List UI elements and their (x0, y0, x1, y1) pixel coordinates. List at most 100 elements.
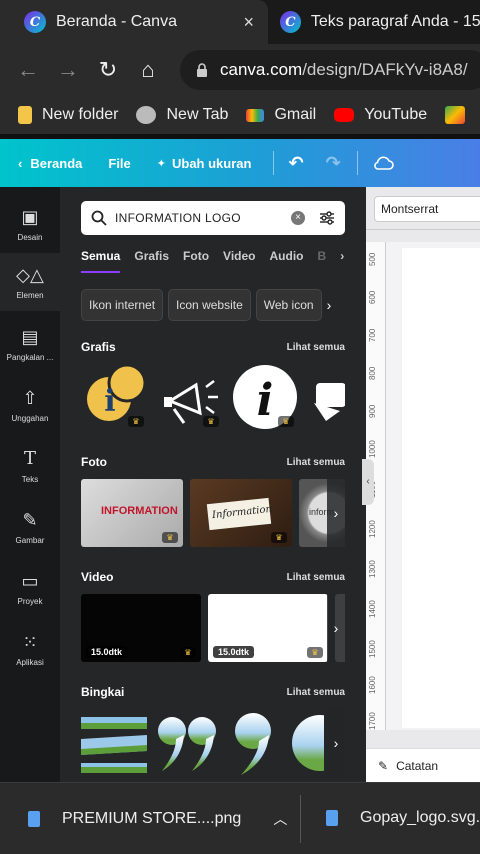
photo-information-note[interactable]: Information ♛ (190, 479, 292, 547)
undo-icon[interactable]: ↶ (288, 153, 303, 174)
rail-item-gambar[interactable]: ✎ Gambar (0, 498, 60, 556)
chevron-right-icon[interactable]: › (327, 594, 345, 662)
graphic-info-bubble[interactable]: i ♛ (81, 363, 149, 431)
bookmark-new-folder[interactable]: New folder (18, 106, 118, 124)
folder-icon (18, 106, 32, 124)
crown-icon: ♛ (271, 532, 287, 543)
search-input[interactable]: INFORMATION LOGO × (81, 201, 345, 235)
download-item-gopay-logo[interactable]: Gopay_logo.svg.p (326, 809, 480, 827)
reload-icon[interactable]: ↻ (88, 57, 128, 83)
url-text: canva.com/design/DAFkYv-i8A8/ (220, 60, 468, 79)
rail-item-aplikasi[interactable]: ⁙ Aplikasi (0, 620, 60, 678)
crown-icon: ♛ (203, 416, 219, 427)
back-icon[interactable]: ← (8, 57, 48, 83)
chevron-up-icon[interactable]: ︿ (273, 809, 287, 829)
clear-search-icon[interactable]: × (291, 211, 305, 225)
rail-item-desain[interactable]: ▣ Desain (0, 195, 60, 253)
graphic-hand-info[interactable] (306, 363, 345, 431)
canva-favicon-icon: C (280, 11, 301, 33)
resize-button[interactable]: ✦ Ubah ukuran (157, 156, 252, 171)
browser-tab-strip: C Beranda - Canva × C Teks paragraf Anda… (0, 0, 480, 44)
bookmark-new-tab[interactable]: New Tab (136, 106, 228, 124)
close-icon[interactable]: × (243, 12, 254, 33)
duration-badge: 15.0dtk (213, 646, 255, 658)
crown-icon: ♛ (162, 532, 178, 543)
toolbar-divider (273, 151, 275, 175)
frame-stripes[interactable] (81, 709, 147, 777)
tab-title: Beranda - Canva (56, 13, 177, 30)
svg-text:i: i (104, 384, 115, 419)
toolbar-divider (356, 151, 358, 175)
bookmark-gmail[interactable]: Gmail (246, 106, 316, 124)
bookmark-maps[interactable] (445, 106, 475, 124)
grafis-row: i ♛ ♛ i ♛ (81, 363, 345, 431)
graphic-megaphone[interactable]: ♛ (156, 363, 224, 431)
foto-row: INFORMATION ♛ Information ♛ inform (81, 479, 345, 547)
rail-item-teks[interactable]: T Teks (0, 437, 60, 495)
download-shelf: PREMIUM STORE....png ︿ Gopay_logo.svg.p (0, 782, 480, 854)
gmail-icon (246, 108, 265, 122)
rail-item-unggahan[interactable]: ⇧ Unggahan (0, 376, 60, 434)
search-icon (91, 210, 107, 226)
rail-item-proyek[interactable]: ▭ Proyek (0, 559, 60, 617)
frame-comma[interactable] (229, 709, 277, 777)
chip-web-icon[interactable]: Web icon (255, 289, 322, 321)
video-thumb-white[interactable]: 15.0dtk ♛ (208, 594, 328, 662)
chevron-right-icon[interactable]: › (327, 479, 345, 547)
filter-icon[interactable] (319, 210, 335, 226)
tab-video[interactable]: Video (223, 243, 255, 273)
address-bar-row: ← → ↻ ⌂ canva.com/design/DAFkYv-i8A8/ (0, 44, 480, 96)
tab-audio[interactable]: Audio (270, 243, 304, 273)
frame-circle-partial[interactable] (284, 709, 324, 777)
rail-item-elemen[interactable]: ◇△ Elemen (0, 253, 60, 311)
cloud-save-icon[interactable] (372, 155, 394, 171)
tab-teks-paragraf[interactable]: C Teks paragraf Anda - 150 (268, 0, 480, 44)
draw-icon: ✎ (22, 510, 38, 530)
folder-icon: ▭ (21, 571, 39, 591)
font-selector[interactable]: Montserrat (374, 196, 480, 222)
text-icon: T (23, 448, 36, 469)
home-button[interactable]: ‹ Beranda (18, 156, 82, 171)
see-all-grafis-link[interactable]: Lihat semua (287, 342, 345, 353)
canva-toolbar: ‹ Beranda File ✦ Ubah ukuran ↶ ↷ (0, 139, 480, 187)
graphic-info-circle[interactable]: i ♛ (231, 363, 299, 431)
chevron-right-icon[interactable]: › (340, 243, 344, 273)
crown-icon: ♛ (180, 647, 196, 658)
collapse-panel-icon[interactable]: ‹ (362, 459, 374, 505)
forward-icon[interactable]: → (48, 57, 88, 83)
search-query: INFORMATION LOGO (115, 211, 241, 225)
home-icon[interactable]: ⌂ (128, 57, 168, 83)
photo-information-wordcloud[interactable]: INFORMATION ♛ (81, 479, 183, 547)
rail-item-pangkalan[interactable]: ▤ Pangkalan ... (0, 315, 60, 373)
redo-icon[interactable]: ↷ (326, 153, 341, 174)
tab-beranda[interactable]: C Beranda - Canva × (0, 0, 268, 44)
chip-icon-website[interactable]: Icon website (168, 289, 251, 321)
tab-bingkai-partial[interactable]: B (318, 243, 327, 273)
video-thumb-dark[interactable]: 15.0dtk ♛ (81, 594, 201, 662)
left-rail: ▣ Desain ◇△ Elemen ▤ Pangkalan ... ⇧ Ung… (0, 187, 60, 782)
bookmark-youtube[interactable]: YouTube (334, 106, 427, 124)
design-page[interactable] (402, 248, 480, 728)
tab-semua[interactable]: Semua (81, 243, 121, 273)
toolbar-divider (366, 229, 480, 230)
canvas-area[interactable] (386, 242, 480, 730)
download-item-premium-store[interactable]: PREMIUM STORE....png ︿ (28, 809, 287, 829)
chip-ikon-internet[interactable]: Ikon internet (81, 289, 164, 321)
chevron-left-icon: ‹ (18, 155, 23, 171)
url-input[interactable]: canva.com/design/DAFkYv-i8A8/ (180, 50, 480, 90)
tab-foto[interactable]: Foto (183, 243, 209, 273)
see-all-bingkai-link[interactable]: Lihat semua (287, 687, 345, 698)
chevron-right-icon[interactable]: › (327, 289, 345, 321)
chevron-right-icon[interactable]: › (327, 709, 345, 777)
tab-grafis[interactable]: Grafis (134, 243, 169, 273)
notes-button[interactable]: ✎ Catatan (366, 748, 480, 782)
upload-icon: ⇧ (22, 388, 38, 408)
suggestion-chips: Ikon internet Icon website Web icon › (81, 289, 345, 321)
file-menu-button[interactable]: File (108, 156, 130, 171)
see-all-foto-link[interactable]: Lihat semua (287, 457, 345, 468)
shelf-divider (300, 795, 301, 843)
see-all-video-link[interactable]: Lihat semua (287, 572, 345, 583)
canva-favicon-icon: C (24, 11, 46, 33)
brand-icon: ▤ (21, 327, 39, 347)
frame-quote-marks[interactable] (154, 709, 222, 777)
